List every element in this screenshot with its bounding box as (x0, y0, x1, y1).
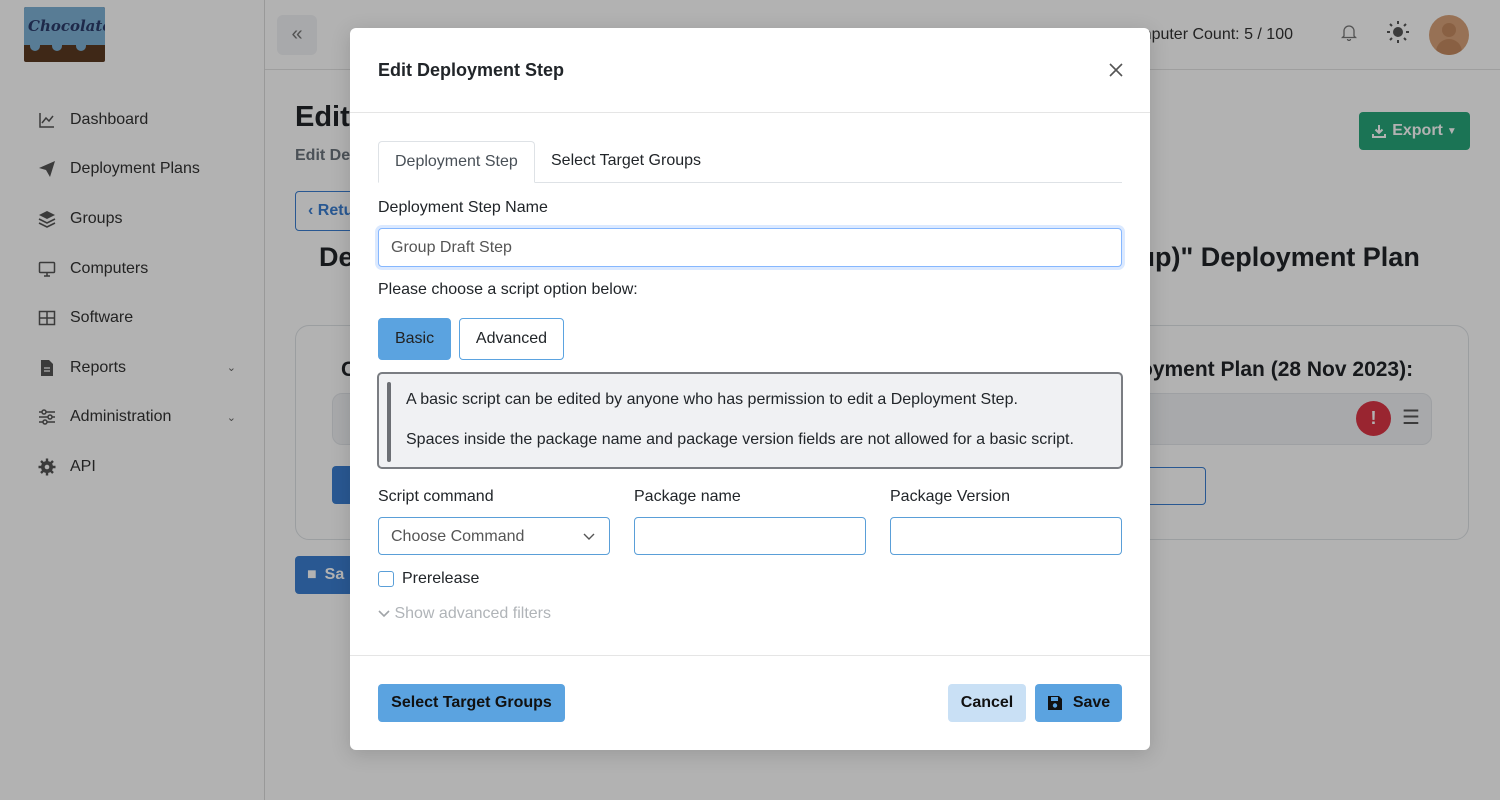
edit-deployment-step-modal: Edit Deployment Step Deployment Step Sel… (350, 28, 1150, 750)
prerelease-checkbox[interactable] (378, 571, 394, 587)
chevron-down-icon (378, 605, 394, 622)
basic-option-button[interactable]: Basic (378, 318, 451, 360)
basic-script-info: A basic script can be edited by anyone w… (377, 372, 1123, 469)
save-button[interactable]: Save (1035, 684, 1122, 722)
select-target-groups-button[interactable]: Select Target Groups (378, 684, 565, 722)
package-version-input[interactable] (890, 517, 1122, 555)
prerelease-label: Prerelease (402, 570, 480, 587)
modal-footer: Select Target Groups Cancel Save (350, 655, 1150, 750)
info-line-1: A basic script can be edited by anyone w… (406, 391, 1018, 408)
tab-select-target-groups[interactable]: Select Target Groups (535, 141, 717, 183)
step-name-label: Deployment Step Name (378, 199, 548, 216)
tab-deployment-step[interactable]: Deployment Step (378, 141, 535, 183)
advanced-option-button[interactable]: Advanced (459, 318, 564, 360)
cancel-button[interactable]: Cancel (948, 684, 1026, 722)
info-line-2: Spaces inside the package name and packa… (406, 431, 1074, 448)
modal-header: Edit Deployment Step (350, 28, 1150, 113)
modal-tabs: Deployment Step Select Target Groups (378, 141, 1122, 183)
show-advanced-filters-toggle[interactable]: Show advanced filters (378, 605, 551, 623)
script-prompt: Please choose a script option below: (378, 281, 638, 298)
script-command-select[interactable]: Choose Command (378, 517, 610, 555)
save-label: Save (1072, 694, 1111, 711)
package-version-label: Package Version (890, 488, 1011, 505)
package-name-label: Package name (634, 488, 741, 505)
show-advanced-filters-label: Show advanced filters (394, 605, 551, 622)
floppy-disk-icon (1047, 695, 1063, 711)
script-command-label: Script command (378, 488, 494, 505)
info-accent-bar (387, 382, 391, 462)
chevron-down-icon (583, 527, 595, 544)
package-name-input[interactable] (634, 517, 866, 555)
modal-title: Edit Deployment Step (378, 60, 565, 80)
select-value: Choose Command (391, 528, 525, 545)
close-icon[interactable] (1104, 58, 1128, 82)
step-name-input[interactable] (378, 228, 1122, 267)
